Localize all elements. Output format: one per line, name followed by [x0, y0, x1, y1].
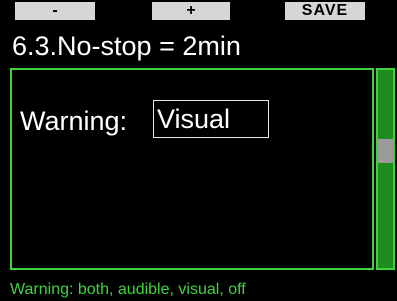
- scrollbar-thumb[interactable]: [378, 139, 393, 163]
- settings-panel: Warning: Visual: [10, 68, 374, 270]
- softkey-bar: - + SAVE: [0, 0, 397, 21]
- save-button[interactable]: SAVE: [285, 2, 365, 20]
- help-text: Warning: both, audible, visual, off: [10, 281, 246, 298]
- increase-button[interactable]: +: [152, 2, 230, 20]
- warning-label: Warning:: [20, 106, 128, 136]
- page-title: 6.3.No-stop = 2min: [12, 31, 241, 61]
- warning-value-field[interactable]: Visual: [153, 100, 269, 138]
- scrollbar[interactable]: [376, 68, 395, 270]
- decrease-button[interactable]: -: [15, 2, 95, 20]
